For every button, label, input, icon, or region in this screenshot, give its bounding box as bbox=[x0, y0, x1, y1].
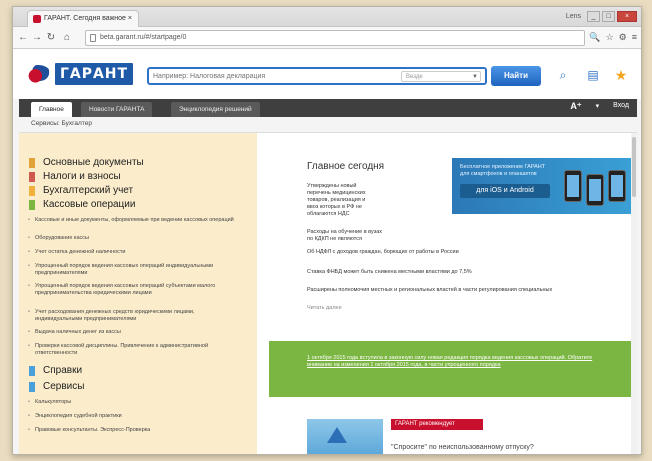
recommendation-badge: ГАРАНТ рекомендует bbox=[391, 419, 483, 430]
sidebar-item-accounting[interactable]: Бухгалтерский учет bbox=[29, 185, 133, 196]
chevron-down-icon: ▼ bbox=[472, 74, 478, 80]
tablet-icon bbox=[608, 170, 626, 202]
find-button[interactable]: Найти bbox=[491, 66, 541, 86]
sidebar-subitem[interactable]: Упрощенный порядок ведения кассовых опер… bbox=[28, 263, 240, 277]
garant-logo-mark-icon bbox=[25, 65, 51, 83]
profile-name[interactable]: Lens bbox=[566, 13, 581, 20]
breadcrumb[interactable]: Сервисы: Бухгалтер bbox=[31, 120, 92, 127]
scrollbar-thumb[interactable] bbox=[632, 137, 636, 197]
advanced-search-icon[interactable]: ⌕ bbox=[553, 67, 573, 83]
sidebar-subitem[interactable]: Калькуляторы bbox=[28, 399, 240, 406]
bookmark-star-icon[interactable]: ☆ bbox=[606, 32, 614, 43]
search-box: Везде ▼ bbox=[147, 67, 487, 85]
promo-platforms: для iOS и Android bbox=[460, 184, 550, 198]
sidebar-marker-icon bbox=[29, 157, 35, 168]
news-item[interactable]: Ставка ФНБД может быть снижена местными … bbox=[307, 269, 627, 276]
recommendation-graphic-icon bbox=[327, 427, 347, 443]
sidebar-item-label: Бухгалтерский учет bbox=[43, 185, 134, 196]
sidebar-item-references[interactable]: Справки bbox=[29, 365, 82, 376]
font-size-button[interactable]: A⁺ bbox=[570, 102, 581, 111]
forward-arrow-icon[interactable]: → bbox=[31, 32, 43, 44]
search-scope-select[interactable]: Везде ▼ bbox=[401, 71, 481, 82]
sidebar-item-taxes[interactable]: Налоги и взносы bbox=[29, 171, 121, 182]
tab-encyclopedia[interactable]: Энциклопедия решений bbox=[171, 102, 260, 117]
chat-icon[interactable]: ▤ bbox=[583, 67, 603, 83]
phone-icon bbox=[586, 174, 604, 206]
search-scope-value: Везде bbox=[406, 74, 423, 80]
settings-gear-icon[interactable]: ⚙ bbox=[619, 32, 627, 43]
sidebar-marker-icon bbox=[29, 171, 35, 182]
sidebar-marker-icon bbox=[29, 365, 35, 376]
sidebar-subitem[interactable]: Учет расходования денежных средств юриди… bbox=[28, 309, 240, 323]
sidebar-subitem[interactable]: Правовые консультанты. Экспресс-Проверка bbox=[28, 427, 240, 434]
news-item[interactable]: Об НДФЛ с доходов граждан, борющих от ра… bbox=[307, 249, 627, 256]
garant-favicon-icon bbox=[33, 15, 41, 23]
main-title: Главное сегодня bbox=[307, 161, 385, 172]
sidebar-item-label: Сервисы bbox=[43, 381, 85, 392]
banner-link[interactable]: 1 октября 2015 года вступила в законную … bbox=[307, 355, 607, 369]
recommendation-title[interactable]: "Спросите" по неиспользованному отпуску? bbox=[391, 444, 534, 451]
browser-tab-title: ГАРАНТ. Сегодня важное × bbox=[44, 15, 132, 22]
minimize-button[interactable]: _ bbox=[587, 11, 600, 22]
sidebar-item-cash-operations[interactable]: Кассовые операции bbox=[29, 199, 135, 210]
page-info-icon bbox=[90, 34, 96, 42]
recommendation-image bbox=[307, 419, 383, 454]
address-bar-url: beta.garant.ru/#/startpage/0 bbox=[100, 34, 187, 41]
sidebar-subitem[interactable]: Энциклопедия судебной практики bbox=[28, 413, 240, 420]
font-size-dropdown-icon[interactable]: ▾ bbox=[596, 102, 600, 111]
sidebar: Основные документы Налоги и взносы Бухга… bbox=[19, 133, 257, 454]
sidebar-subitem[interactable]: Кассовые и иные документы, оформляемые п… bbox=[28, 217, 240, 224]
browser-window: ГАРАНТ. Сегодня важное × Lens _ □ × ← → … bbox=[12, 6, 642, 455]
toolbar-right-icons: 🔍 ☆ ⚙ ≡ bbox=[589, 32, 637, 43]
sidebar-item-label: Основные документы bbox=[43, 157, 144, 168]
sidebar-gutter bbox=[257, 133, 269, 454]
main-navigation: Главное Новости ГАРАНТА Энциклопедия реш… bbox=[19, 99, 637, 117]
sidebar-marker-icon bbox=[29, 185, 35, 196]
content-area: Основные документы Налоги и взносы Бухга… bbox=[19, 132, 637, 454]
news-item[interactable]: Расширены полномочия местных и региональ… bbox=[307, 287, 627, 294]
maximize-button[interactable]: □ bbox=[602, 11, 615, 22]
phone-icon bbox=[564, 170, 582, 202]
sidebar-item-main-docs[interactable]: Основные документы bbox=[29, 157, 144, 168]
mobile-app-promo[interactable]: Бесплатное приложение ГАРАНТ для смартфо… bbox=[452, 158, 636, 214]
home-icon[interactable]: ⌂ bbox=[61, 32, 73, 44]
page-scrollbar[interactable] bbox=[631, 133, 637, 454]
back-arrow-icon[interactable]: ← bbox=[17, 32, 29, 44]
close-window-button[interactable]: × bbox=[617, 11, 637, 22]
announcement-banner: 1 октября 2015 года вступила в законную … bbox=[269, 341, 637, 397]
reload-icon[interactable]: ↻ bbox=[45, 32, 57, 44]
tab-main[interactable]: Главное bbox=[31, 102, 72, 117]
menu-icon[interactable]: ≡ bbox=[632, 32, 637, 43]
address-bar[interactable]: beta.garant.ru/#/startpage/0 bbox=[85, 30, 585, 46]
news-item[interactable]: Расходы на обучение в вузах по КДКП не я… bbox=[307, 229, 387, 243]
sidebar-item-services[interactable]: Сервисы bbox=[29, 381, 84, 392]
tab-strip: ГАРАНТ. Сегодня важное × Lens _ □ × bbox=[13, 7, 641, 27]
window-controls: Lens _ □ × bbox=[566, 10, 637, 23]
sidebar-item-label: Кассовые операции bbox=[43, 199, 136, 210]
browser-tab[interactable]: ГАРАНТ. Сегодня важное × bbox=[27, 10, 139, 27]
sidebar-item-label: Налоги и взносы bbox=[43, 171, 121, 182]
garant-logo-text: ГАРАНТ bbox=[55, 63, 133, 85]
nav-right-controls: A⁺ ▾ Вход bbox=[570, 102, 629, 111]
favorites-star-icon[interactable]: ★ bbox=[611, 67, 631, 83]
browser-toolbar: ← → ↻ ⌂ beta.garant.ru/#/startpage/0 🔍 ☆… bbox=[13, 27, 641, 49]
site-header: ГАРАНТ Везде ▼ Найти ⌕ ▤ ★ bbox=[13, 49, 641, 99]
sidebar-marker-icon bbox=[29, 381, 35, 392]
sidebar-marker-icon bbox=[29, 199, 35, 210]
sidebar-subitem[interactable]: Выдача наличных денег из кассы bbox=[28, 329, 240, 336]
sidebar-subitem[interactable]: Проверки кассовой дисциплины. Привлечени… bbox=[28, 343, 240, 357]
login-link[interactable]: Вход bbox=[613, 102, 629, 111]
promo-text: Бесплатное приложение ГАРАНТ для смартфо… bbox=[460, 164, 546, 177]
tab-garant-news[interactable]: Новости ГАРАНТА bbox=[81, 102, 153, 117]
sidebar-subitem[interactable]: Оборудование кассы bbox=[28, 235, 240, 242]
read-more-link[interactable]: Читать далее bbox=[307, 305, 342, 311]
sidebar-subitem[interactable]: Упрощенный порядок ведения кассовых опер… bbox=[28, 283, 240, 297]
sidebar-subitem[interactable]: Учет остатка денежной наличности bbox=[28, 249, 240, 256]
sidebar-item-label: Справки bbox=[43, 365, 83, 376]
zoom-icon[interactable]: 🔍 bbox=[589, 32, 600, 43]
news-item[interactable]: Утверждены новый перечень медицинских то… bbox=[307, 183, 377, 218]
garant-logo[interactable]: ГАРАНТ bbox=[25, 59, 137, 87]
search-input[interactable] bbox=[153, 70, 393, 83]
